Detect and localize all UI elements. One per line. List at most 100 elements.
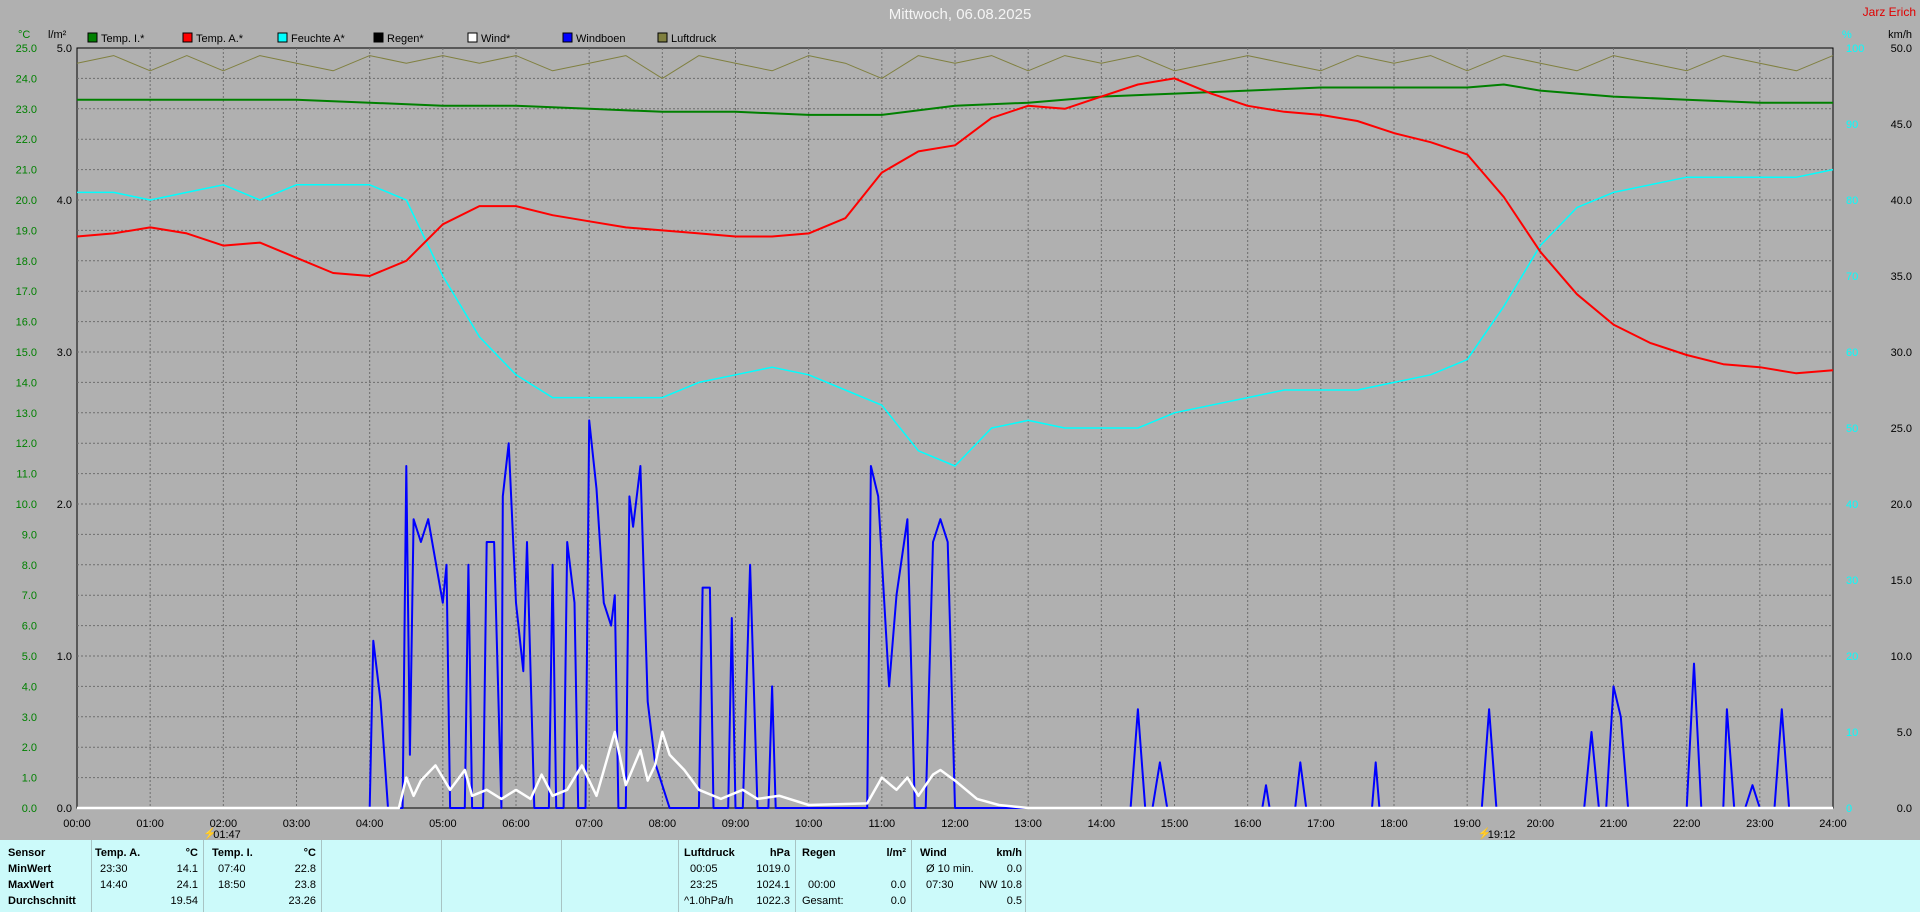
humidity-tick-label: 0 bbox=[1846, 803, 1852, 815]
rain-column: Regen l/m² 00:00 0.0 Gesamt: 0.0 bbox=[796, 840, 910, 912]
time-tick-label: 20:00 bbox=[1527, 818, 1555, 830]
time-tick-label: 07:00 bbox=[575, 818, 603, 830]
humidity-tick-label: 10 bbox=[1846, 727, 1858, 739]
pressure-column: Luftdruck hPa 00:05 1019.0 23:25 1024.1 … bbox=[680, 840, 794, 912]
temp-a-max-value: 24.1 bbox=[176, 879, 198, 891]
legend-item: Luftdruck bbox=[657, 32, 717, 45]
temp-tick-label: 10.0 bbox=[16, 499, 37, 511]
temp-tick-label: 16.0 bbox=[16, 317, 37, 329]
temp-tick-label: 22.0 bbox=[16, 134, 37, 146]
time-tick-label: 01:00 bbox=[136, 818, 164, 830]
stats-footer: Sensor MinWert MaxWert Durchschnitt Temp… bbox=[0, 840, 1920, 912]
legend-swatch bbox=[182, 32, 193, 43]
chart-title: Mittwoch, 06.08.2025 bbox=[889, 6, 1032, 23]
rain-total-value: 0.0 bbox=[890, 895, 906, 907]
time-tick-label: 08:00 bbox=[649, 818, 677, 830]
legend-label: Luftdruck bbox=[671, 33, 717, 45]
temp-a-avg-value: 19.54 bbox=[170, 895, 198, 907]
pressure-min-time: 00:05 bbox=[690, 863, 718, 875]
station-name: Jarz Erich bbox=[1863, 5, 1916, 19]
pressure-trend-value: 1022.3 bbox=[756, 895, 790, 907]
legend-swatch bbox=[87, 32, 98, 43]
rain-header: Regen bbox=[802, 847, 836, 859]
rain-tick-label: 5.0 bbox=[57, 43, 72, 55]
time-tick-label: 13:00 bbox=[1014, 818, 1042, 830]
sensor-header: Sensor bbox=[8, 847, 46, 859]
time-tick-label: 05:00 bbox=[429, 818, 457, 830]
weather-chart: Mittwoch, 06.08.2025 Jarz Erich °C l/m² … bbox=[16, 5, 1916, 840]
temp-a-min-time: 23:30 bbox=[100, 863, 128, 875]
wind-tick-label: 15.0 bbox=[1891, 575, 1912, 587]
temp-tick-label: 9.0 bbox=[22, 529, 37, 541]
temp-tick-label: 0.0 bbox=[22, 803, 37, 815]
temp-tick-label: 7.0 bbox=[22, 590, 37, 602]
temp-a-unit: °C bbox=[185, 847, 198, 859]
humidity-tick-label: 30 bbox=[1846, 575, 1858, 587]
time-tick-label: 00:00 bbox=[63, 818, 91, 830]
wind-tick-label: 25.0 bbox=[1891, 423, 1912, 435]
humidity-tick-label: 60 bbox=[1846, 347, 1858, 359]
time-tick-label: 22:00 bbox=[1673, 818, 1701, 830]
temp-i-unit: °C bbox=[303, 847, 316, 859]
pressure-max-value: 1024.1 bbox=[756, 879, 790, 891]
legend-item: Temp. A.* bbox=[182, 32, 244, 45]
humidity-tick-label: 50 bbox=[1846, 423, 1858, 435]
temp-i-max-value: 23.8 bbox=[294, 879, 316, 891]
time-tick-label: 19:00 bbox=[1453, 818, 1481, 830]
time-tick-label: 06:00 bbox=[502, 818, 530, 830]
humidity-tick-label: 90 bbox=[1846, 119, 1858, 131]
rain-tick-label: 2.0 bbox=[57, 499, 72, 511]
time-tick-label: 14:00 bbox=[1088, 818, 1116, 830]
temp-tick-label: 11.0 bbox=[16, 469, 37, 481]
legend-swatch bbox=[467, 32, 478, 43]
time-tick-label: 09:00 bbox=[722, 818, 750, 830]
humidity-tick-label: 80 bbox=[1846, 195, 1858, 207]
temp-tick-label: 4.0 bbox=[22, 681, 37, 693]
wind-axis-unit: km/h bbox=[1888, 29, 1912, 41]
temp-a-column: Temp. A. °C 23:30 14.1 14:40 24.1 19.54 bbox=[92, 840, 202, 912]
wind-tick-label: 30.0 bbox=[1891, 347, 1912, 359]
temp-tick-label: 15.0 bbox=[16, 347, 37, 359]
legend-swatch bbox=[562, 32, 573, 43]
temp-a-min-value: 14.1 bbox=[176, 863, 198, 875]
humidity-tick-label: 40 bbox=[1846, 499, 1858, 511]
temp-tick-label: 8.0 bbox=[22, 560, 37, 572]
time-tick-label: 16:00 bbox=[1234, 818, 1262, 830]
legend-label: Wind* bbox=[481, 33, 511, 45]
legend-label: Feuchte A* bbox=[291, 33, 346, 45]
temp-tick-label: 6.0 bbox=[22, 621, 37, 633]
legend-swatch bbox=[277, 32, 288, 43]
time-tick-label: 23:00 bbox=[1746, 818, 1774, 830]
rain-max-value: 0.0 bbox=[890, 879, 906, 891]
time-tick-label: 15:00 bbox=[1161, 818, 1189, 830]
rain-tick-label: 1.0 bbox=[57, 651, 72, 663]
rain-unit: l/m² bbox=[886, 847, 906, 859]
temp-tick-label: 2.0 bbox=[22, 742, 37, 754]
temp-tick-label: 13.0 bbox=[16, 408, 37, 420]
time-tick-label: 03:00 bbox=[283, 818, 311, 830]
time-tick-label: 10:00 bbox=[795, 818, 823, 830]
wind-tick-label: 10.0 bbox=[1891, 651, 1912, 663]
humidity-axis-unit: % bbox=[1842, 29, 1852, 41]
wind-column: Wind km/h Ø 10 min. 0.0 07:30 NW 10.8 0.… bbox=[912, 840, 1024, 912]
humidity-tick-label: 20 bbox=[1846, 651, 1858, 663]
humidity-tick-label: 70 bbox=[1846, 271, 1858, 283]
temp-i-avg-value: 23.26 bbox=[288, 895, 316, 907]
legend-label: Temp. A.* bbox=[196, 33, 244, 45]
pressure-max-time: 23:25 bbox=[690, 879, 718, 891]
legend-label: Windboen bbox=[576, 33, 626, 45]
humidity-tick-label: 100 bbox=[1846, 43, 1864, 55]
time-tick-label: 04:00 bbox=[356, 818, 384, 830]
temp-tick-label: 21.0 bbox=[16, 165, 37, 177]
wind-max-value: NW 10.8 bbox=[979, 879, 1022, 891]
rain-total-label: Gesamt: bbox=[802, 895, 844, 907]
temp-i-min-value: 22.8 bbox=[294, 863, 316, 875]
wind-tick-label: 0.0 bbox=[1897, 803, 1912, 815]
temp-tick-label: 24.0 bbox=[16, 73, 37, 85]
temp-tick-label: 12.0 bbox=[16, 438, 37, 450]
wind-avg-value: 0.0 bbox=[1006, 863, 1022, 875]
temp-tick-label: 23.0 bbox=[16, 104, 37, 116]
legend-label: Temp. I.* bbox=[101, 33, 145, 45]
temp-a-header: Temp. A. bbox=[95, 847, 141, 859]
temp-tick-label: 1.0 bbox=[22, 773, 37, 785]
